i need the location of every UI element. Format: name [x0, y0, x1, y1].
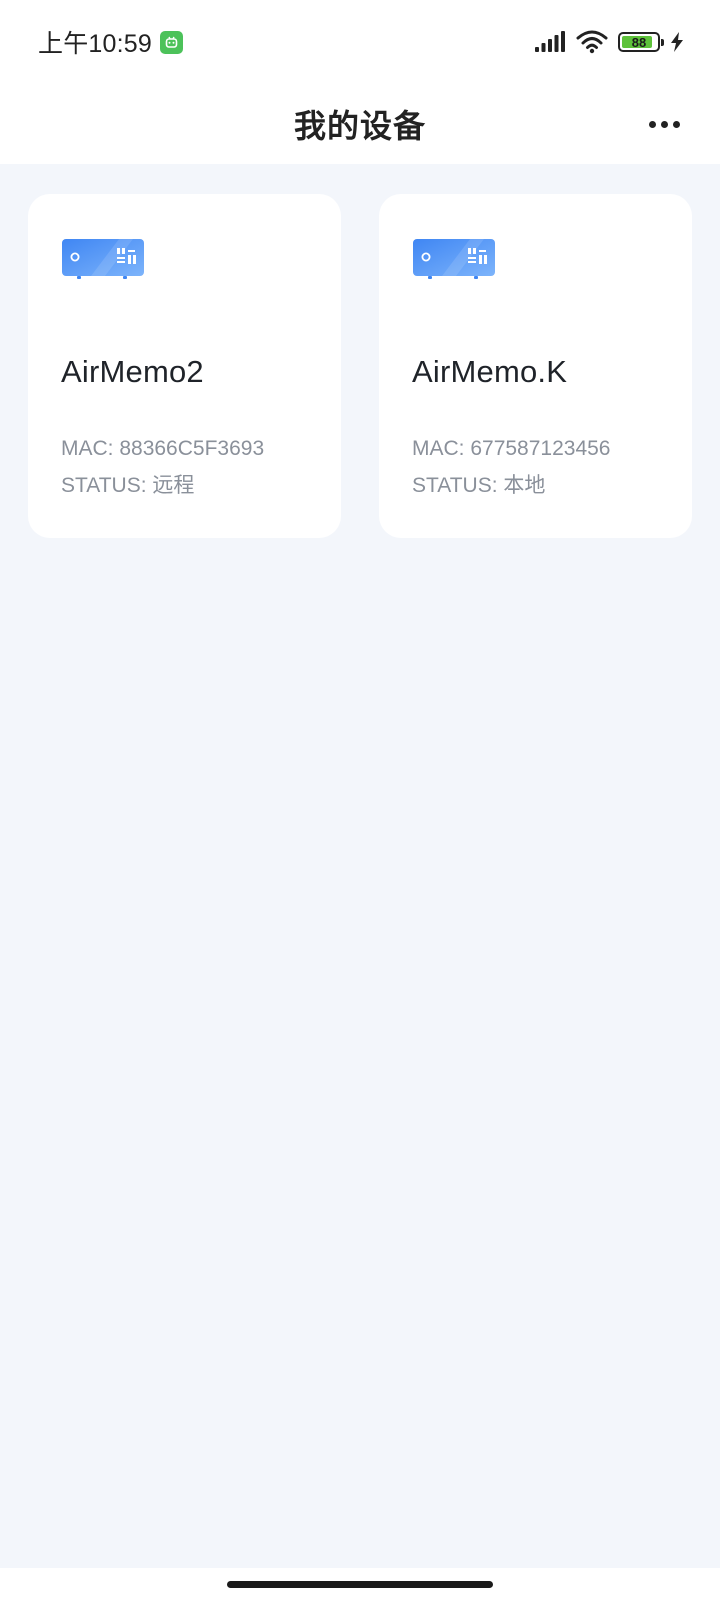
device-mac: MAC: 677587123456: [412, 437, 611, 460]
wifi-icon: [576, 30, 608, 54]
more-button[interactable]: [642, 106, 686, 142]
device-info: MAC: 88366C5F3693 STATUS: 远程: [61, 430, 341, 504]
page-header: 我的设备: [0, 84, 720, 164]
device-mac: MAC: 88366C5F3693: [61, 437, 265, 460]
device-box-icon: [413, 239, 495, 279]
device-box-icon: [62, 239, 144, 279]
device-status: STATUS: 远程: [61, 474, 195, 497]
more-horizontal-icon: [672, 120, 680, 128]
more-horizontal-icon: [660, 120, 668, 128]
device-status: STATUS: 本地: [412, 474, 546, 497]
device-card-airmemo2[interactable]: AirMemo2 MAC: 88366C5F3693 STATUS: 远程: [28, 194, 341, 538]
battery-level: 88: [631, 34, 647, 50]
status-left: 上午10:59: [38, 24, 183, 60]
device-name: AirMemo.K: [412, 354, 568, 389]
status-time: 上午10:59: [38, 30, 152, 58]
more-horizontal-icon: [648, 120, 656, 128]
device-name: AirMemo2: [61, 354, 204, 389]
signal-icon: [535, 31, 565, 52]
status-right: 88: [534, 30, 684, 54]
app-notification-icon: [159, 30, 183, 54]
device-list: AirMemo2 MAC: 88366C5F3693 STATUS: 远程 Ai…: [28, 194, 692, 538]
status-bar: 上午10:59 88: [0, 0, 720, 84]
charging-icon: [671, 32, 683, 52]
device-card-airmemo-k[interactable]: AirMemo.K MAC: 677587123456 STATUS: 本地: [379, 194, 692, 538]
home-indicator[interactable]: [227, 1581, 493, 1588]
device-info: MAC: 677587123456 STATUS: 本地: [412, 430, 692, 504]
battery-icon: 88: [618, 32, 664, 52]
page-title: 我的设备: [293, 108, 426, 144]
